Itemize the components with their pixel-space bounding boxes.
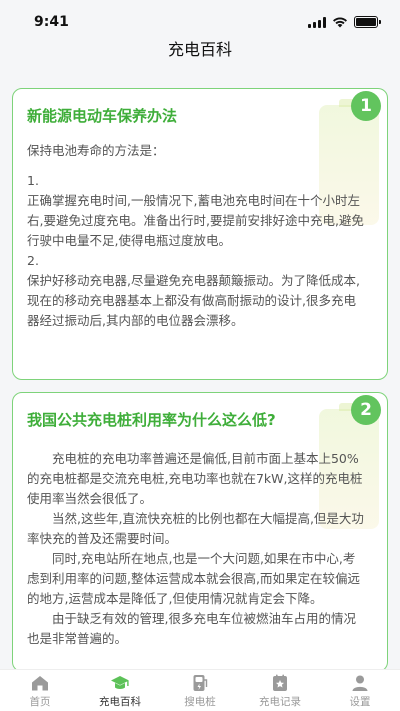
user-icon [352, 675, 368, 691]
home-icon [32, 675, 48, 690]
article-paragraph: 充电桩的充电功率普遍还是偏低,目前市面上基本上50%的充电桩都是交流充电桩,充电… [27, 451, 363, 506]
status-icons [308, 16, 381, 28]
tab-find-charger[interactable]: 搜电桩 [165, 673, 235, 709]
record-icon [273, 674, 287, 691]
tab-settings[interactable]: 设置 [325, 673, 395, 709]
article-number-badge: 2 [351, 395, 381, 425]
article-paragraph: 同时,充电站所在地点,也是一个大问题,如果在市中心,考虑到利用率的问题,整体运营… [27, 551, 360, 606]
page-title: 充电百科 [167, 40, 232, 59]
article-paragraph: 1. [27, 173, 39, 188]
article-title: 新能源电动车保养办法 [27, 107, 178, 125]
article-card[interactable]: 2 我国公共充电桩利用率为什么这么低? 充电桩的充电功率普遍还是偏低,目前市面上… [12, 392, 388, 672]
article-body: 充电桩的充电功率普遍还是偏低,目前市面上基本上50%的充电桩都是交流充电桩,充电… [27, 449, 367, 649]
article-paragraph: 正确掌握充电时间,一般情况下,蓄电池充电时间在十个小时左右,要避免过度充电。准备… [27, 193, 364, 248]
wifi-icon [333, 17, 347, 28]
bottom-tab-bar: 首页 充电百科 搜电桩 充电记录 设置 [0, 669, 400, 711]
cellular-signal-icon [308, 16, 326, 28]
tab-home[interactable]: 首页 [5, 673, 75, 709]
status-time: 9:41 [34, 14, 69, 30]
tab-label: 设置 [349, 695, 371, 708]
tab-charging-records[interactable]: 充电记录 [245, 673, 315, 709]
tab-label: 首页 [29, 695, 51, 708]
article-paragraph: 保持电池寿命的方法是： [27, 143, 165, 158]
tab-label: 搜电桩 [184, 695, 216, 708]
tab-label: 充电记录 [259, 695, 301, 708]
article-body: 保持电池寿命的方法是： 1. 正确掌握充电时间,一般情况下,蓄电池充电时间在十个… [27, 141, 367, 331]
article-paragraph: 保护好移动充电器,尽量避免充电器颠簸振动。为了降低成本,现在的移动充电器基本上都… [27, 273, 360, 328]
tab-charging-wiki[interactable]: 充电百科 [85, 673, 155, 709]
article-title: 我国公共充电桩利用率为什么这么低? [27, 411, 276, 429]
graduation-cap-icon [111, 675, 129, 689]
article-card[interactable]: 1 新能源电动车保养办法 保持电池寿命的方法是： 1. 正确掌握充电时间,一般情… [12, 88, 388, 380]
article-paragraph: 当然,这些年,直流快充桩的比例也都在大幅提高,但是大功率快充的普及还需要时间。 [27, 511, 364, 546]
tab-label: 充电百科 [99, 695, 141, 708]
charging-pile-icon [193, 674, 208, 691]
article-paragraph: 2. [27, 253, 39, 268]
battery-icon [354, 16, 381, 28]
article-number-badge: 1 [351, 91, 381, 121]
article-paragraph: 由于缺乏有效的管理,很多充电车位被燃油车占用的情况也是非常普遍的。 [27, 611, 356, 646]
